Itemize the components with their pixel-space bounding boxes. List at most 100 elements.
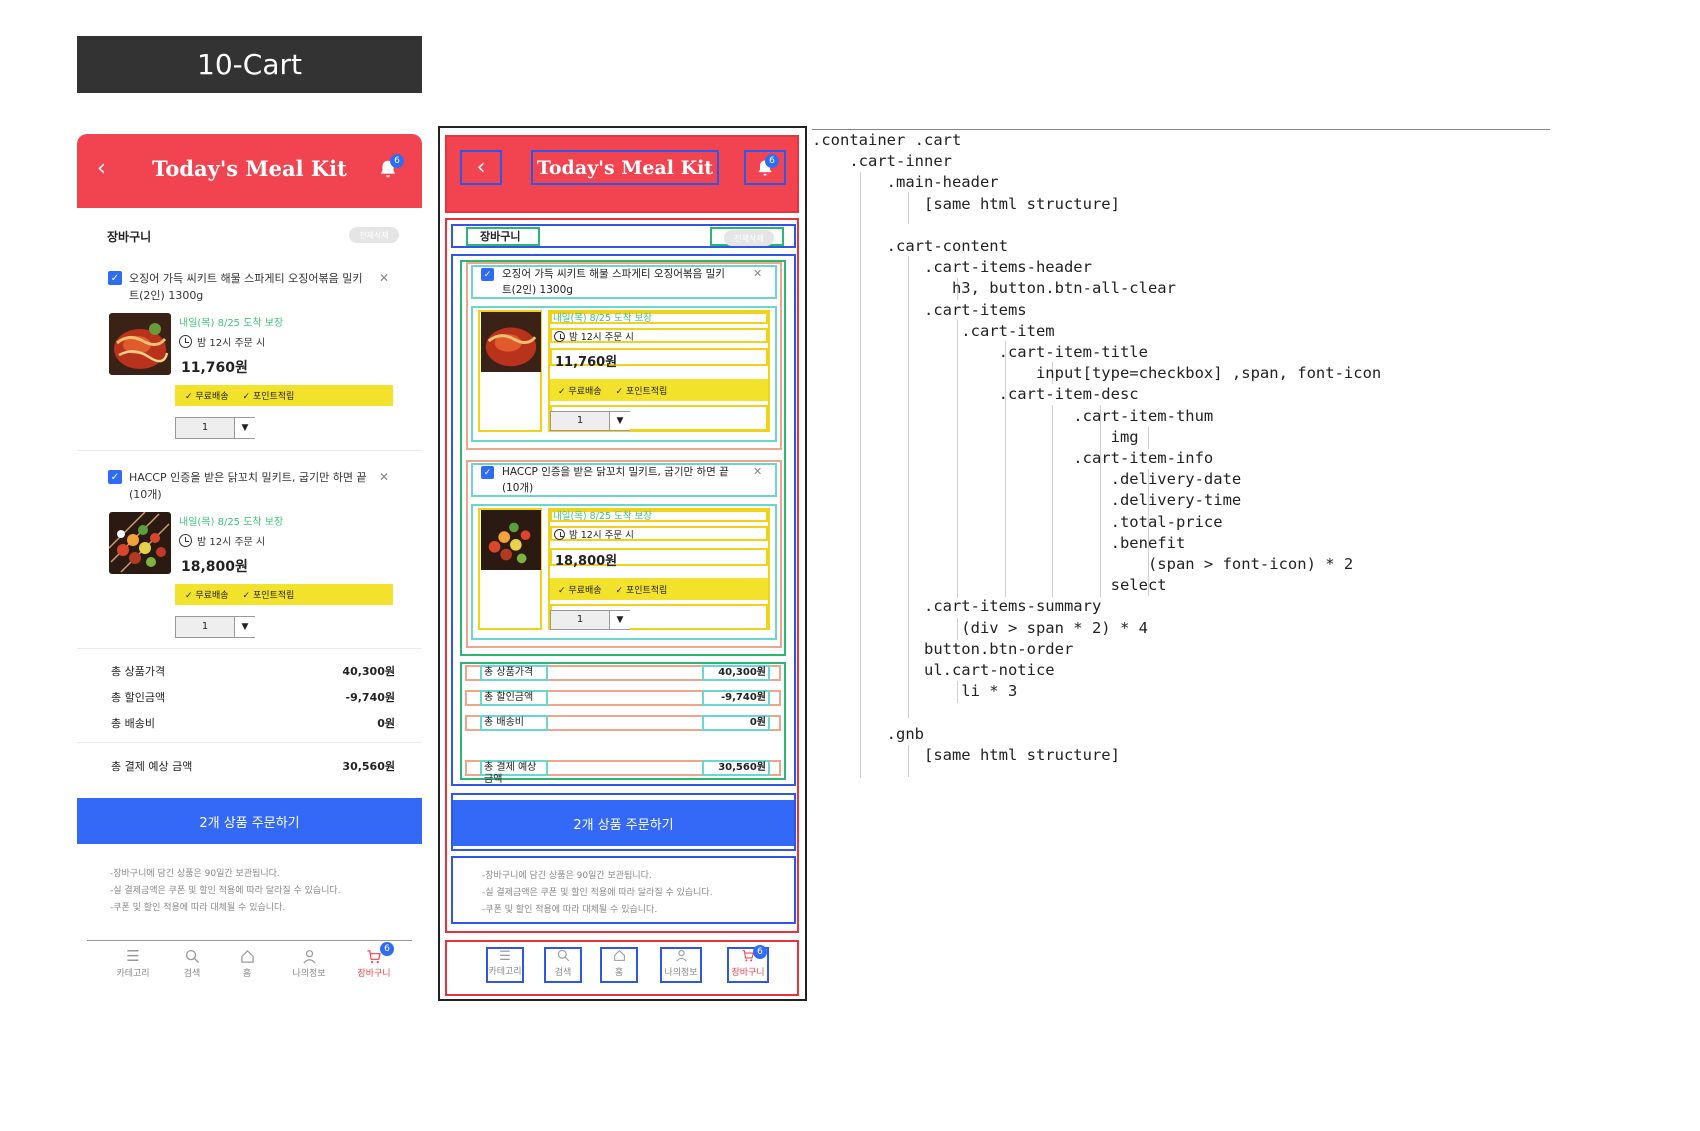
gnb-divider: [87, 940, 412, 941]
notice-item: -실 결제금액은 쿠폰 및 할인 적용에 따라 달라질 수 있습니다.: [482, 888, 713, 898]
bell-icon[interactable]: 6: [377, 154, 404, 182]
code-line: .benefit: [812, 533, 1186, 552]
code-line: .cart-item-info: [812, 449, 1214, 468]
item-checkbox[interactable]: ✓: [108, 470, 122, 484]
clock-icon: [179, 534, 192, 547]
gnb-item-search[interactable]: 검색: [544, 947, 582, 983]
benefit-free-shipping: ✓ 무료배송: [185, 392, 229, 402]
gnb-item-myinfo[interactable]: 나의정보: [660, 947, 702, 983]
total-price: 11,760원: [555, 355, 618, 370]
summary-value: -9,740원: [702, 690, 770, 706]
item-thumbnail: [109, 512, 171, 574]
gnb-item-cart[interactable]: 6 장바구니: [350, 942, 398, 979]
item-name: HACCP 인증을 받은 닭꼬치 밀키트, 굽기만 하면 끝(10개): [129, 471, 367, 501]
code-line: h3, button.btn-all-clear: [812, 279, 1176, 298]
item-checkbox[interactable]: ✓: [481, 268, 494, 281]
clear-all-label: 전체삭제: [724, 230, 774, 246]
close-icon[interactable]: ✕: [379, 470, 389, 484]
code-line: li * 3: [812, 682, 1018, 701]
gnb-item-cart[interactable]: 6 장바구니: [727, 945, 769, 983]
close-icon[interactable]: ✕: [753, 465, 762, 478]
gnb-label: 홈: [614, 968, 624, 978]
order-button[interactable]: 2개 상품 주문하기: [77, 798, 422, 844]
clock-icon: [179, 335, 192, 348]
quantity-select[interactable]: 1 ▼: [550, 610, 630, 630]
clock-icon: [554, 330, 565, 342]
total-price: 18,800원: [555, 554, 618, 569]
gnb: ☰ 카테고리 검색 홈 나의정보 6 장바구니: [77, 942, 422, 986]
benefit: ✓ 무료배송 ✓ 포인트적립: [175, 385, 393, 406]
page-title: 10-Cart: [77, 36, 422, 93]
order-button[interactable]: 2개 상품 주문하기: [453, 800, 794, 846]
summary-label: 총 배송비: [480, 715, 548, 731]
delivery-date: 내일(목) 8/25 도착 보장: [179, 318, 284, 329]
item-checkbox[interactable]: ✓: [481, 466, 494, 479]
code-line: .cart-inner: [812, 152, 952, 171]
item-thumbnail: [481, 510, 541, 570]
gnb-item-category[interactable]: ☰ 카테고리: [486, 947, 524, 983]
triangle-down-icon: ▼: [234, 418, 255, 438]
gnb-item-home[interactable]: 홈: [600, 947, 638, 983]
home-icon: [227, 946, 267, 966]
summary-label: 총 할인금액: [480, 690, 548, 706]
summary-value: 0원: [377, 717, 395, 730]
gnb-label: 장바구니: [731, 968, 765, 978]
code-line: .cart-item-thum: [812, 406, 1214, 425]
notice-item: -실 결제금액은 쿠폰 및 할인 적용에 따라 달라질 수 있습니다.: [110, 886, 341, 896]
code-line: (span > font-icon) * 2: [812, 555, 1354, 574]
delivery-time-text: 밤 12시 주문 시: [569, 332, 634, 343]
quantity-select[interactable]: 1 ▼: [550, 411, 630, 431]
clear-all-button[interactable]: 전체삭제: [710, 227, 784, 246]
gnb-label: 장바구니: [357, 969, 391, 979]
cart-badge: 6: [753, 945, 767, 959]
clear-all-button[interactable]: 전체삭제: [349, 227, 399, 243]
item-checkbox[interactable]: ✓: [108, 271, 122, 285]
summary-value: 30,560원: [702, 760, 770, 776]
close-icon[interactable]: ✕: [379, 271, 389, 285]
code-line: .delivery-date: [812, 470, 1242, 489]
total-price: 11,760원: [181, 360, 248, 376]
search-icon: [546, 949, 580, 965]
code-line: (div > span * 2) * 4: [812, 618, 1148, 637]
annotated-mockup: ‹ Today's Meal Kit 6 장바구니 전체삭제 ✓ 오징어 가득 …: [438, 126, 807, 1001]
benefit-points: ✓ 포인트적립: [242, 591, 295, 601]
app-title: Today's Meal Kit: [531, 150, 719, 185]
quantity-select[interactable]: 1 ▼: [175, 417, 255, 439]
cart-items-header: 장바구니 전체삭제: [77, 222, 422, 248]
quantity-select[interactable]: 1 ▼: [175, 616, 255, 638]
gnb-item-search[interactable]: 검색: [172, 946, 212, 979]
delivery-time: 밤 12시 주문 시: [179, 533, 265, 548]
notification-badge: 6: [390, 154, 404, 168]
bell-icon[interactable]: 6: [744, 150, 786, 185]
notice-item: -장바구니에 담긴 상품은 90일간 보관됩니다.: [110, 869, 280, 879]
cart-heading: 장바구니: [466, 227, 540, 246]
benefit: ✓ 무료배송 ✓ 포인트적립: [175, 584, 393, 605]
menu-icon: ☰: [499, 949, 511, 964]
search-icon: [172, 946, 212, 966]
benefit-points: ✓ 포인트적립: [615, 585, 668, 596]
code-line: [same html structure]: [812, 194, 1120, 213]
user-icon: [662, 949, 700, 965]
summary-row: 총 배송비 0원: [111, 715, 395, 731]
menu-icon: ☰: [126, 947, 140, 965]
chevron-left-icon[interactable]: ‹: [460, 150, 502, 185]
cart-notice: -장바구니에 담긴 상품은 90일간 보관됩니다. -실 결제금액은 쿠폰 및 …: [110, 866, 341, 917]
delivery-date: 내일(목) 8/25 도착 보장: [553, 313, 652, 324]
divider: [77, 742, 422, 743]
gnb-item-category[interactable]: ☰ 카테고리: [111, 946, 155, 979]
notice-item: -쿠폰 및 할인 적용에 따라 대체될 수 있습니다.: [482, 905, 658, 915]
benefit-points: ✓ 포인트적립: [242, 392, 295, 402]
gnb-item-home[interactable]: 홈: [227, 946, 267, 979]
triangle-down-icon: ▼: [609, 412, 630, 430]
code-line: .main-header: [812, 173, 999, 192]
delivery-time: 밤 12시 주문 시: [554, 527, 634, 541]
gnb-item-myinfo[interactable]: 나의정보: [285, 946, 333, 979]
code-line: .gnb: [812, 724, 924, 743]
html-structure-code: .container .cart .cart-inner .main-heade…: [812, 130, 1552, 766]
delivery-time-text: 밤 12시 주문 시: [197, 338, 266, 349]
summary-label: 총 결제 예상 금액: [480, 760, 548, 785]
summary-total-row: 총 결제 예상 금액 30,560원: [111, 758, 395, 774]
summary-label: 총 결제 예상 금액: [111, 760, 193, 773]
close-icon[interactable]: ✕: [753, 267, 762, 280]
